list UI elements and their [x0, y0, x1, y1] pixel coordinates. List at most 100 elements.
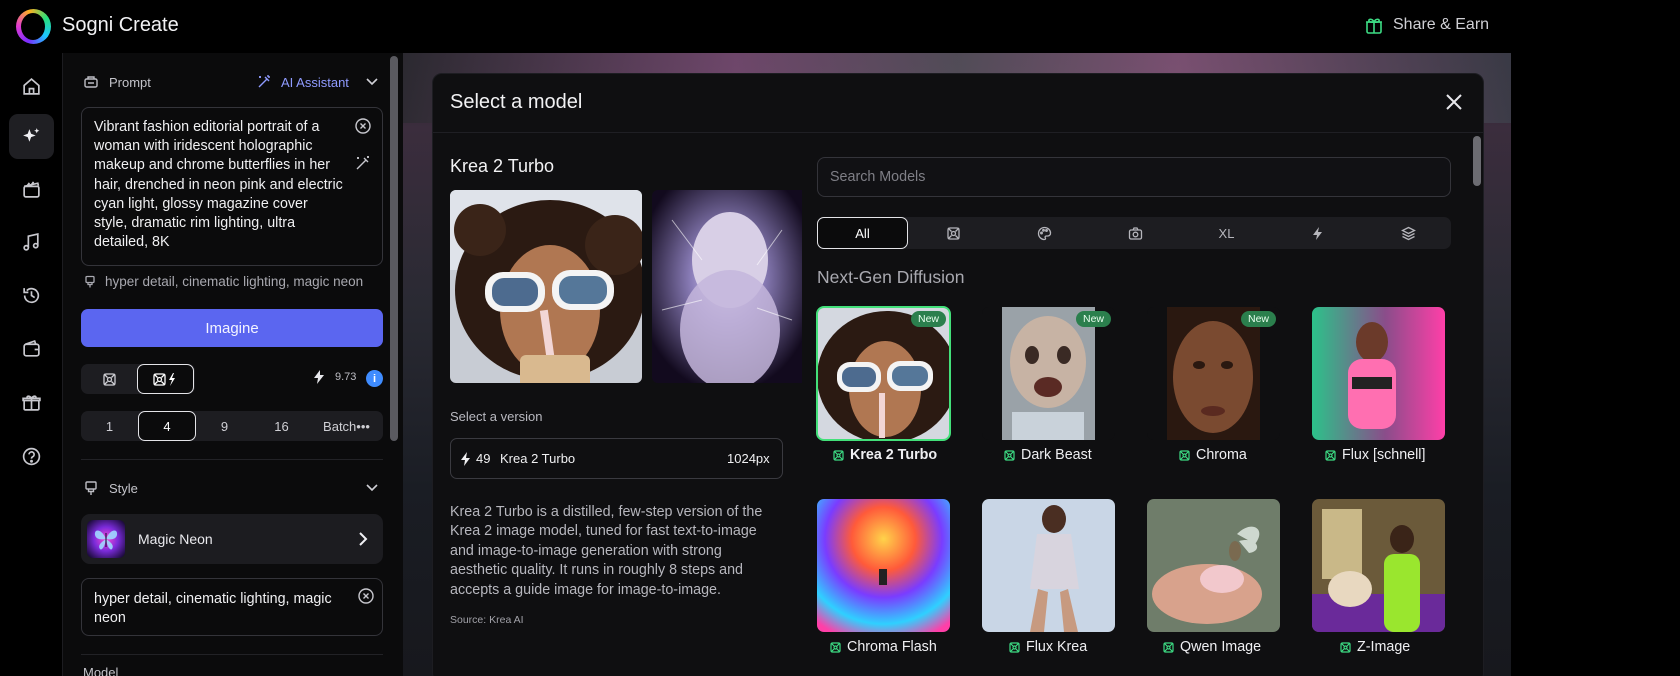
clear-prompt-icon[interactable]	[354, 117, 372, 135]
model-card-flux-schnell[interactable]	[1312, 307, 1445, 440]
model-filter-tabs: All XL	[817, 217, 1451, 249]
sparkle-icon	[23, 128, 40, 142]
model-name-krea-2-turbo: Krea 2 Turbo	[833, 447, 937, 463]
model-preview-image	[652, 190, 802, 383]
clear-style-icon[interactable]	[357, 587, 375, 605]
sogni-logo-icon[interactable]	[16, 9, 51, 44]
style-thumbnail	[87, 520, 125, 558]
model-name-chroma-flash: Chroma Flash	[830, 639, 937, 655]
model-search-input[interactable]: Search Models	[817, 157, 1451, 197]
batch-option-9[interactable]: 9	[196, 411, 253, 441]
mode-fast[interactable]	[137, 364, 194, 394]
filter-all[interactable]: All	[817, 217, 908, 249]
info-icon[interactable]: i	[366, 370, 383, 387]
nav-rail	[0, 53, 63, 676]
home-icon	[23, 78, 40, 95]
rail-music[interactable]	[9, 220, 54, 265]
modal-title: Select a model	[450, 91, 583, 113]
model-name-flux-krea: Flux Krea	[1009, 639, 1087, 655]
select-model-modal: Select a model Krea 2 Turbo Select a ver…	[432, 73, 1484, 676]
style-prompt-preview-text: hyper detail, cinematic lighting, magic …	[105, 274, 364, 289]
wallet-icon	[23, 340, 40, 357]
model-card-krea-2-turbo[interactable]: New	[816, 306, 951, 441]
chevron-right-icon	[359, 532, 368, 546]
rail-wallet[interactable]	[9, 327, 54, 372]
model-name-z-image: Z-Image	[1340, 639, 1410, 655]
chevron-down-icon[interactable]	[364, 479, 380, 495]
help-icon	[22, 447, 41, 466]
section-divider	[81, 654, 383, 655]
imagine-button[interactable]: Imagine	[81, 309, 383, 347]
style-name: Magic Neon	[138, 531, 213, 547]
close-icon[interactable]	[1443, 91, 1465, 113]
prompt-textarea[interactable]: Vibrant fashion editorial portrait of a …	[81, 107, 383, 266]
mode-standard[interactable]	[81, 364, 137, 394]
gift-icon	[1366, 18, 1382, 34]
version-name: Krea 2 Turbo	[500, 451, 576, 466]
style-label: Style	[109, 480, 138, 496]
model-name-chroma: Chroma	[1179, 447, 1247, 463]
style-prompt-textarea[interactable]: hyper detail, cinematic lighting, magic …	[81, 578, 383, 636]
filter-style[interactable]	[999, 217, 1090, 249]
top-bar: Sogni Create Share & Earn	[0, 0, 1680, 53]
filter-network[interactable]	[908, 217, 999, 249]
model-name-text: Krea 2 Turbo	[850, 447, 938, 463]
style-selector[interactable]: Magic Neon	[81, 514, 383, 564]
model-card-qwen-image[interactable]	[1147, 499, 1280, 632]
filter-photo[interactable]	[1090, 217, 1181, 249]
network-lightning-icon	[152, 372, 175, 386]
history-icon	[23, 287, 40, 304]
rail-history[interactable]	[9, 273, 54, 318]
model-card-dark-beast[interactable]: New	[982, 307, 1115, 440]
filter-fast[interactable]	[1272, 217, 1363, 249]
filter-xl[interactable]: XL	[1181, 217, 1272, 249]
model-name-text: Chroma Flash	[847, 639, 937, 655]
search-placeholder: Search Models	[830, 169, 926, 185]
app-title: Sogni Create	[62, 14, 179, 36]
prompt-text: Vibrant fashion editorial portrait of a …	[94, 119, 343, 251]
mode-toggle	[81, 364, 195, 394]
batch-option-16[interactable]: 16	[253, 411, 310, 441]
modal-scrollbar[interactable]	[1473, 136, 1481, 186]
spark-token-icon	[314, 370, 324, 384]
model-name-text: Z-Image	[1357, 639, 1411, 655]
ai-assistant-button[interactable]: AI Assistant	[256, 74, 349, 90]
sidebar-scrollbar[interactable]	[390, 56, 398, 441]
model-source: Source: Krea AI	[450, 614, 524, 626]
batch-selector: 1 4 9 16 Batch•••	[81, 411, 383, 441]
batch-option-4[interactable]: 4	[138, 411, 196, 441]
share-earn-button[interactable]: Share & Earn	[1364, 15, 1489, 35]
model-card-chroma-flash[interactable]	[817, 499, 950, 632]
clapper-icon	[23, 181, 40, 198]
model-card-z-image[interactable]	[1312, 499, 1445, 632]
rail-create[interactable]	[9, 114, 54, 159]
enhance-prompt-icon[interactable]	[354, 154, 372, 172]
model-card-chroma[interactable]: New	[1147, 307, 1280, 440]
section-divider	[81, 459, 383, 460]
rail-help[interactable]	[9, 434, 54, 479]
music-note-icon	[23, 233, 39, 251]
batch-option-1[interactable]: 1	[81, 411, 138, 441]
rail-home[interactable]	[9, 64, 54, 109]
chevron-down-icon[interactable]	[364, 73, 380, 89]
model-group-title: Next-Gen Diffusion	[817, 267, 965, 287]
network-icon	[833, 449, 844, 461]
rail-video[interactable]	[9, 167, 54, 212]
layers-icon	[1401, 226, 1416, 240]
palette-icon	[1037, 226, 1052, 240]
render-cost: 9.73	[311, 370, 356, 384]
brush-icon	[85, 481, 97, 495]
prompt-label: Prompt	[109, 74, 151, 90]
model-name-text: Flux Krea	[1026, 639, 1088, 655]
magic-wand-icon	[258, 75, 270, 88]
model-section-header: Model	[83, 665, 119, 676]
batch-more-option[interactable]: Batch•••	[310, 411, 383, 441]
model-name-qwen-image: Qwen Image	[1163, 639, 1261, 655]
rail-rewards[interactable]	[9, 380, 54, 425]
filter-layers[interactable]	[1363, 217, 1454, 249]
network-icon	[102, 372, 116, 386]
camera-icon	[1128, 226, 1143, 240]
model-card-flux-krea[interactable]	[982, 499, 1115, 632]
version-select[interactable]: 49 Krea 2 Turbo 1024px	[450, 438, 783, 479]
brush-icon	[85, 275, 95, 287]
